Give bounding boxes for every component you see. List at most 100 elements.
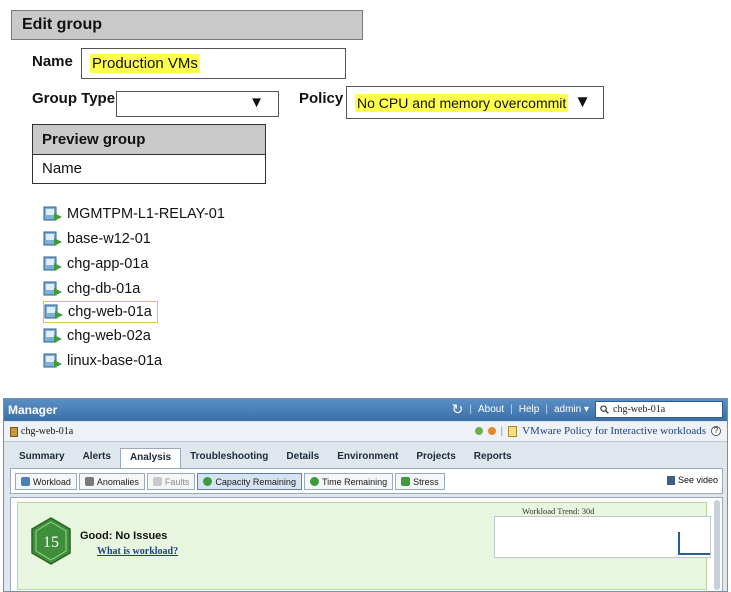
scrollbar[interactable] [714, 500, 720, 590]
anomalies-icon [84, 477, 94, 486]
vm-label: base-w12-01 [67, 231, 151, 247]
tab-environment[interactable]: Environment [328, 448, 407, 468]
subtab-faults[interactable]: Faults [146, 473, 196, 490]
refresh-icon[interactable]: ↻ [452, 401, 464, 418]
group-type-select[interactable]: ▼ [116, 91, 279, 117]
main-tabs: Summary Alerts Analysis Troubleshooting … [10, 448, 521, 468]
subtab-anomalies[interactable]: Anomalies [78, 473, 145, 490]
faults-icon [152, 477, 162, 486]
vm-label: chg-web-02a [67, 328, 151, 344]
group-name-input[interactable]: Production VMs [81, 48, 346, 79]
subtab-stress[interactable]: Stress [395, 473, 445, 490]
header-actions: ↻ | About | Help | admin ▾ chg-web-01a [452, 401, 723, 418]
help-link[interactable]: Help [519, 404, 540, 415]
tab-troubleshooting[interactable]: Troubleshooting [181, 448, 277, 468]
trend-baseline [678, 553, 710, 555]
list-item[interactable]: base-w12-01 [43, 228, 151, 250]
tab-summary[interactable]: Summary [10, 448, 74, 468]
vm-label: MGMTPM-L1-RELAY-01 [67, 206, 225, 222]
vm-object-icon [10, 426, 18, 437]
analysis-subtabs: Workload Anomalies Faults Capacity Remai… [15, 473, 445, 490]
about-link[interactable]: About [478, 404, 504, 415]
health-badge-icon: 15 [31, 517, 71, 565]
list-item-selected[interactable]: chg-web-01a [43, 301, 158, 323]
tab-projects[interactable]: Projects [407, 448, 464, 468]
analysis-content: 15 Good: No Issues What is workload? Wor… [10, 497, 723, 591]
clock-icon [309, 477, 319, 486]
divider: | [500, 425, 504, 437]
trend-label: Workload Trend: 30d [522, 506, 595, 516]
breadcrumb[interactable]: chg-web-01a [10, 426, 73, 437]
subtab-label: Stress [413, 476, 439, 487]
see-video-link[interactable]: See video [666, 475, 718, 485]
edit-group-title: Edit group [11, 10, 363, 40]
name-label: Name [32, 53, 73, 70]
divider: | [545, 404, 548, 415]
list-item[interactable]: chg-db-01a [43, 278, 140, 300]
subtab-workload[interactable]: Workload [15, 473, 77, 490]
vm-icon [43, 353, 62, 368]
policy-select[interactable]: No CPU and memory overcommit ▼ [346, 86, 604, 119]
policy-label: Policy [299, 90, 344, 107]
workload-icon [21, 477, 30, 486]
tab-details[interactable]: Details [277, 448, 328, 468]
group-name-value: Production VMs [90, 54, 200, 73]
workload-status-panel: 15 Good: No Issues What is workload? Wor… [17, 502, 711, 590]
tab-alerts[interactable]: Alerts [74, 448, 120, 468]
workload-trend-chart [494, 516, 711, 558]
stress-icon [401, 477, 411, 486]
chevron-down-icon[interactable]: ▼ [249, 94, 264, 111]
policy-link[interactable]: VMware Policy for Interactive workloads [522, 425, 706, 437]
video-icon [666, 475, 675, 485]
policy-value: No CPU and memory overcommit [355, 94, 569, 112]
manager-title: Manager [8, 403, 58, 417]
subtab-time-remaining[interactable]: Time Remaining [303, 473, 394, 490]
see-video-label: See video [677, 475, 718, 485]
object-header: chg-web-01a | VMware Policy for Interact… [4, 422, 727, 442]
list-item[interactable]: MGMTPM-L1-RELAY-01 [43, 203, 225, 225]
vm-icon [44, 304, 63, 319]
subtab-label: Workload [33, 476, 71, 487]
vm-icon [43, 206, 62, 221]
chevron-down-icon[interactable]: ▼ [574, 92, 591, 112]
object-header-actions: | VMware Policy for Interactive workload… [474, 425, 721, 437]
vm-label: chg-app-01a [67, 256, 149, 272]
list-item[interactable]: chg-app-01a [43, 253, 148, 275]
tab-analysis[interactable]: Analysis [119, 448, 182, 468]
health-status-icon [474, 427, 483, 435]
help-icon[interactable]: ? [711, 426, 721, 436]
vm-label: chg-web-01a [68, 304, 152, 320]
what-is-workload-link[interactable]: What is workload? [97, 546, 178, 557]
vm-icon [43, 328, 62, 343]
manager-window: Manager ↻ | About | Help | admin ▾ chg-w… [3, 398, 728, 592]
preview-name-column-header[interactable]: Name [32, 155, 266, 184]
subtab-label: Anomalies [96, 476, 139, 487]
subtab-label: Time Remaining [321, 476, 388, 487]
badge-value: 15 [43, 534, 59, 551]
status-title: Good: No Issues [80, 530, 168, 542]
search-value: chg-web-01a [613, 404, 666, 415]
group-type-label: Group Type [32, 90, 116, 107]
capacity-icon [203, 477, 213, 486]
subtab-label: Capacity Remaining [215, 476, 296, 487]
search-icon [600, 405, 609, 414]
preview-group-title: Preview group [32, 124, 266, 155]
analysis-subtab-bar: Workload Anomalies Faults Capacity Remai… [10, 468, 723, 494]
search-input[interactable]: chg-web-01a [595, 401, 723, 418]
divider: | [510, 404, 513, 415]
list-item[interactable]: linux-base-01a [43, 350, 162, 372]
subtab-label: Faults [164, 476, 190, 487]
manager-title-bar: Manager ↻ | About | Help | admin ▾ chg-w… [4, 399, 727, 421]
divider: | [469, 404, 473, 415]
vm-label: chg-db-01a [67, 281, 141, 297]
subtab-capacity-remaining[interactable]: Capacity Remaining [197, 473, 302, 490]
trend-line [678, 532, 680, 554]
user-menu[interactable]: admin ▾ [554, 404, 589, 415]
policy-icon [508, 425, 518, 437]
tab-reports[interactable]: Reports [465, 448, 521, 468]
vm-icon [43, 281, 62, 296]
breadcrumb-label: chg-web-01a [21, 426, 74, 437]
vm-label: linux-base-01a [67, 353, 163, 369]
list-item[interactable]: chg-web-02a [43, 325, 151, 347]
alert-status-icon [487, 427, 496, 435]
